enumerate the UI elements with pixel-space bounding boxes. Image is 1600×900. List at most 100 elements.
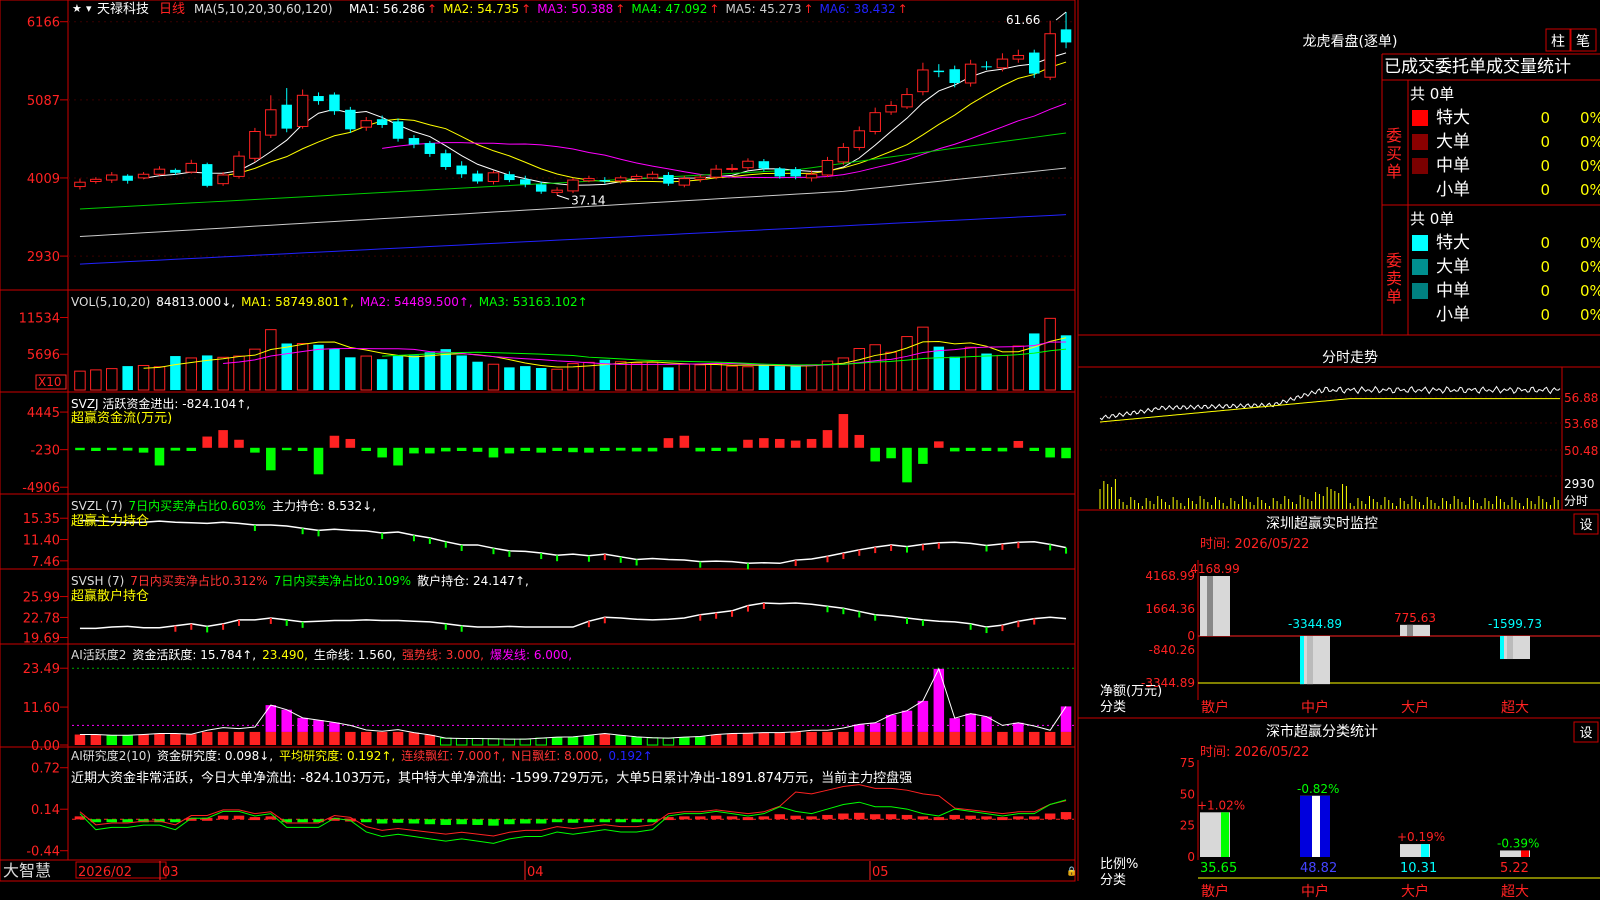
monitor-bar-stripe <box>1307 636 1313 685</box>
classify-xlabel: 分类 <box>1100 873 1126 888</box>
fund-flow-bar <box>536 447 546 453</box>
candle-body <box>296 94 309 127</box>
candle-body <box>472 173 483 182</box>
candle-body <box>981 66 992 68</box>
buy-row-pct: 0% <box>1580 181 1600 199</box>
research-bar <box>170 819 181 823</box>
fund-flow-bar <box>186 447 197 452</box>
ai2-label-5: 0.192↑ <box>608 749 652 763</box>
activity-bar <box>917 731 929 745</box>
activity-bar <box>933 731 945 745</box>
research-bar <box>106 819 118 823</box>
candle-body <box>313 96 324 102</box>
column-button-label: 柱 <box>1551 34 1565 50</box>
sell-row-pct: 0% <box>1580 234 1600 252</box>
activity-bar <box>392 731 404 745</box>
monitor-ylabel: 净额(万元) <box>1100 684 1162 699</box>
activity-bar <box>694 736 706 745</box>
fund-flow-bar <box>250 447 260 453</box>
holding-tick <box>699 561 702 568</box>
fund-flow-bar <box>520 447 531 452</box>
volume-bar <box>758 364 770 390</box>
volume-bar <box>217 356 229 391</box>
research-bar <box>1060 812 1072 820</box>
candle-body <box>933 70 945 73</box>
candle-body <box>821 159 834 176</box>
holding-tick <box>428 537 431 544</box>
research-bar <box>535 819 547 824</box>
activity-bar-top <box>917 700 929 732</box>
research-bar <box>869 814 881 820</box>
activity-bar <box>154 733 165 745</box>
activity-bar <box>313 731 324 745</box>
candle-body <box>678 178 691 186</box>
activity-bar <box>742 733 754 745</box>
y-tick-label: 4009 <box>27 172 60 187</box>
ma1-value: MA1: 56.286 <box>349 2 425 16</box>
activity-bar <box>519 738 532 746</box>
buy-row-name: 小单 <box>1436 180 1470 200</box>
classify-change-label: -0.82% <box>1297 782 1339 796</box>
candle-body <box>265 109 277 136</box>
holding-tick <box>746 563 749 570</box>
minute-tick-label: 53.68 <box>1564 417 1598 431</box>
activity-bar <box>1028 731 1040 745</box>
ma5-value: MA5: 45.273 <box>725 2 801 16</box>
monitor-bar-value: -1599.73 <box>1488 617 1542 631</box>
volume-bar <box>774 366 786 390</box>
fund-flow-bar <box>456 447 467 452</box>
fund-flow-bar <box>154 447 165 466</box>
volume-bar <box>885 351 897 391</box>
classify-category: 大户 <box>1401 883 1429 900</box>
volume-bar <box>949 356 960 390</box>
monitor-category: 中户 <box>1301 699 1329 716</box>
holding-tick <box>603 617 606 624</box>
fund-flow-bar <box>981 447 992 452</box>
candle-body <box>726 167 738 170</box>
fund-flow-bar <box>106 447 117 451</box>
activity-bar <box>408 732 420 745</box>
fund-flow-bar <box>759 438 769 448</box>
fund-flow-bar <box>997 447 1008 452</box>
svzl-label-0: SVZL (7) <box>71 499 123 513</box>
volume-bar <box>614 361 627 391</box>
holding-tick <box>921 544 924 551</box>
research-bar <box>854 812 865 820</box>
activity-bar <box>360 731 372 745</box>
ma6-value: MA6: 38.432 <box>820 2 896 16</box>
monitor-tick-label: 1664.36 <box>1145 602 1195 616</box>
activity-bar <box>869 731 881 745</box>
holding-tick <box>253 524 256 531</box>
svzl-label-2: 主力持仓: 8.532↓, <box>272 498 376 513</box>
activity-bar <box>854 731 865 745</box>
fund-flow-bar <box>647 447 658 452</box>
vol-ma-line-2 <box>382 348 1067 366</box>
buy-swatch-0 <box>1412 110 1428 126</box>
buy-row-name: 中单 <box>1436 156 1470 176</box>
volume-bar <box>1060 335 1072 390</box>
research-bar <box>408 819 420 824</box>
ai1-label-3: 生命线: 1.560, <box>314 647 396 662</box>
fund-flow-bar <box>138 447 149 453</box>
classify-value: 10.31 <box>1400 861 1437 876</box>
holding-tick <box>269 617 272 624</box>
activity-bar <box>138 734 149 745</box>
research-bar <box>1013 816 1024 820</box>
monitor-xlabel: 分类 <box>1100 700 1126 715</box>
holding-tick <box>381 533 384 540</box>
candle-body <box>535 184 547 192</box>
fund-flow-bar <box>202 436 212 448</box>
fund-flow-bar <box>949 447 960 452</box>
candle-body <box>233 155 245 177</box>
monitor-time: 时间: 2026/05/22 <box>1200 537 1309 552</box>
monitor-category: 散户 <box>1201 699 1229 716</box>
fund-flow-bar <box>870 447 880 462</box>
research-bar <box>631 819 642 823</box>
holding-line <box>79 519 1067 565</box>
y-tick-label: 0.72 <box>31 762 60 777</box>
activity-bar <box>646 737 659 746</box>
candle-body <box>805 173 818 179</box>
research-bar <box>965 815 976 820</box>
fund-flow-bar <box>425 447 435 454</box>
activity-bar <box>503 738 516 746</box>
